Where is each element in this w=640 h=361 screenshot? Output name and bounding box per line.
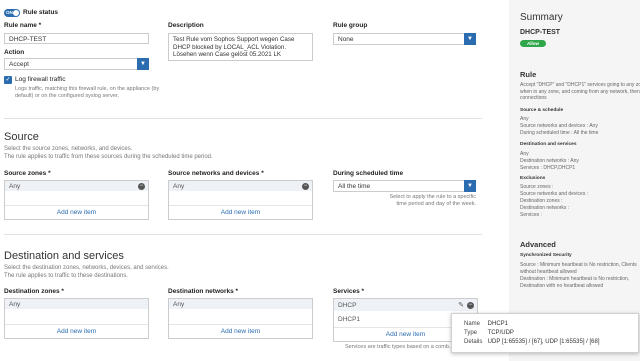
chevron-down-icon: ▼: [464, 33, 476, 45]
destination-title: Destination and services: [4, 250, 124, 262]
list-item[interactable]: Any: [169, 181, 312, 191]
add-new-item-button[interactable]: Add new item: [5, 324, 148, 338]
destination-zones-label: Destination zones *: [4, 288, 64, 295]
chevron-down-icon: ▼: [137, 58, 149, 70]
summary-exc-line-3: Destination zones :: [520, 198, 563, 204]
divider-middle: [4, 234, 482, 235]
add-new-item-button[interactable]: Add new item: [5, 205, 148, 219]
status-badge: Allow: [520, 40, 546, 47]
summary-dst-line-3: Services : DHCP,DHCP1: [520, 165, 576, 171]
summary-dst-line-2: Destination networks : Any: [520, 158, 579, 164]
summary-exc-line-5: Services :: [520, 212, 542, 218]
summary-exc-line-1: Source zones :: [520, 184, 554, 190]
summary-rule-name: DHCP-TEST: [520, 29, 561, 36]
schedule-hint: Select to apply the rule to a specific t…: [389, 194, 476, 207]
action-label: Action: [4, 49, 25, 56]
services-hint: Services are traffic types based on a co…: [345, 344, 455, 350]
chevron-down-icon: ▼: [464, 180, 476, 192]
summary-rule-text: Accept "DHCP" and "DHCP1" services going…: [520, 82, 640, 101]
list-item[interactable]: DHCP: [334, 299, 477, 311]
rule-group-value: None: [338, 36, 354, 43]
remove-icon[interactable]: −: [302, 183, 309, 190]
source-zones-label: Source zones *: [4, 170, 51, 177]
summary-dst-line-1: Any: [520, 151, 529, 157]
list-item[interactable]: Any: [5, 299, 148, 309]
remove-icon[interactable]: −: [138, 183, 145, 190]
summary-exc-line-2: Source networks and devices :: [520, 191, 589, 197]
tooltip-name-key: Name: [464, 321, 481, 327]
summary-src-line-1: Any: [520, 116, 529, 122]
description-textarea[interactable]: Test Rule vom Sophos Support wegen Case …: [168, 33, 313, 61]
source-desc-1: Select the source zones, networks, and d…: [4, 146, 133, 152]
tooltip-name-value: DHCP1: [487, 321, 509, 327]
summary-sync-heading: Synchronized Security: [520, 253, 572, 258]
remove-icon[interactable]: −: [467, 302, 474, 309]
add-new-item-button[interactable]: Add new item: [169, 205, 312, 219]
summary-adv-heading: Advanced: [520, 240, 556, 249]
tooltip-type-row: Type TCP/UDP: [464, 330, 514, 336]
rule-group-select[interactable]: None ▼: [333, 33, 476, 45]
destination-networks-list[interactable]: Any Add new item: [168, 298, 313, 339]
summary-title: Summary: [520, 12, 563, 23]
toggle-knob: [13, 10, 19, 16]
rule-name-label: Rule name *: [4, 22, 42, 29]
tooltip-type-value: TCP/UDP: [487, 330, 514, 336]
schedule-select[interactable]: All the time ▼: [333, 180, 476, 192]
destination-zones-list[interactable]: Any Add new item: [4, 298, 149, 339]
service-tooltip: Name DHCP1 Type TCP/UDP Details UDP [1:6…: [451, 313, 639, 353]
summary-exc-heading: Exclusions: [520, 176, 546, 181]
source-networks-list[interactable]: Any − Add new item: [168, 180, 313, 220]
tooltip-type-key: Type: [464, 330, 478, 336]
edit-icon[interactable]: ✎: [458, 301, 464, 309]
summary-src-line-3: During scheduled time : All the time: [520, 130, 599, 136]
log-traffic-label: Log firewall traffic: [15, 76, 66, 83]
action-select[interactable]: Accept ▼: [4, 58, 149, 70]
schedule-value: All the time: [338, 183, 371, 190]
source-networks-label: Source networks and devices *: [168, 170, 264, 177]
destination-networks-label: Destination networks *: [168, 288, 239, 295]
toggle-on-label: ON: [6, 10, 13, 15]
divider-top: [4, 118, 482, 119]
rule-group-label: Rule group: [333, 22, 368, 29]
summary-dst-heading: Destination and services: [520, 142, 577, 147]
list-item[interactable]: Any: [169, 299, 312, 309]
summary-src-heading: Source & schedule: [520, 108, 564, 113]
summary-sync-line-2: Destination : Minimum heartbeat is No re…: [520, 276, 630, 289]
summary-panel: Summary DHCP-TEST Allow Rule Accept "DHC…: [509, 0, 640, 361]
description-text: Test Rule vom Sophos Support wegen Case …: [173, 36, 295, 58]
source-title: Source: [4, 131, 39, 143]
rule-name-input[interactable]: DHCP-TEST: [4, 33, 149, 44]
description-label: Description: [168, 22, 204, 29]
schedule-label: During scheduled time: [333, 170, 404, 177]
tooltip-name-row: Name DHCP1: [464, 321, 508, 327]
summary-src-line-2: Source networks and devices : Any: [520, 123, 598, 129]
tooltip-details-value: UDP [1:65535] / [67], UDP [1:65535] / [6…: [487, 339, 600, 345]
source-desc-2: The rule applies to traffic from these s…: [4, 154, 213, 160]
rule-status-label: Rule status: [23, 9, 59, 16]
summary-exc-line-4: Destination networks :: [520, 205, 570, 211]
rule-status-toggle[interactable]: ON: [4, 9, 20, 17]
tooltip-details-row: Details UDP [1:65535] / [67], UDP [1:655…: [464, 339, 600, 345]
tooltip-details-key: Details: [464, 339, 483, 345]
summary-rule-heading: Rule: [520, 70, 537, 79]
summary-sync-line-1: Source : Minimum heartbeat is No restric…: [520, 262, 637, 275]
source-zones-list[interactable]: Any − Add new item: [4, 180, 149, 220]
action-value: Accept: [9, 61, 29, 68]
destination-desc-2: The rule applies to traffic to these des…: [4, 273, 128, 279]
destination-desc-1: Select the destination zones, networks, …: [4, 265, 169, 271]
log-traffic-hint: Logs traffic, matching this firewall rul…: [15, 86, 160, 99]
add-new-item-button[interactable]: Add new item: [169, 324, 312, 338]
list-item[interactable]: Any: [5, 181, 148, 191]
log-traffic-checkbox[interactable]: ✓: [4, 76, 12, 84]
services-label: Services *: [333, 288, 365, 295]
